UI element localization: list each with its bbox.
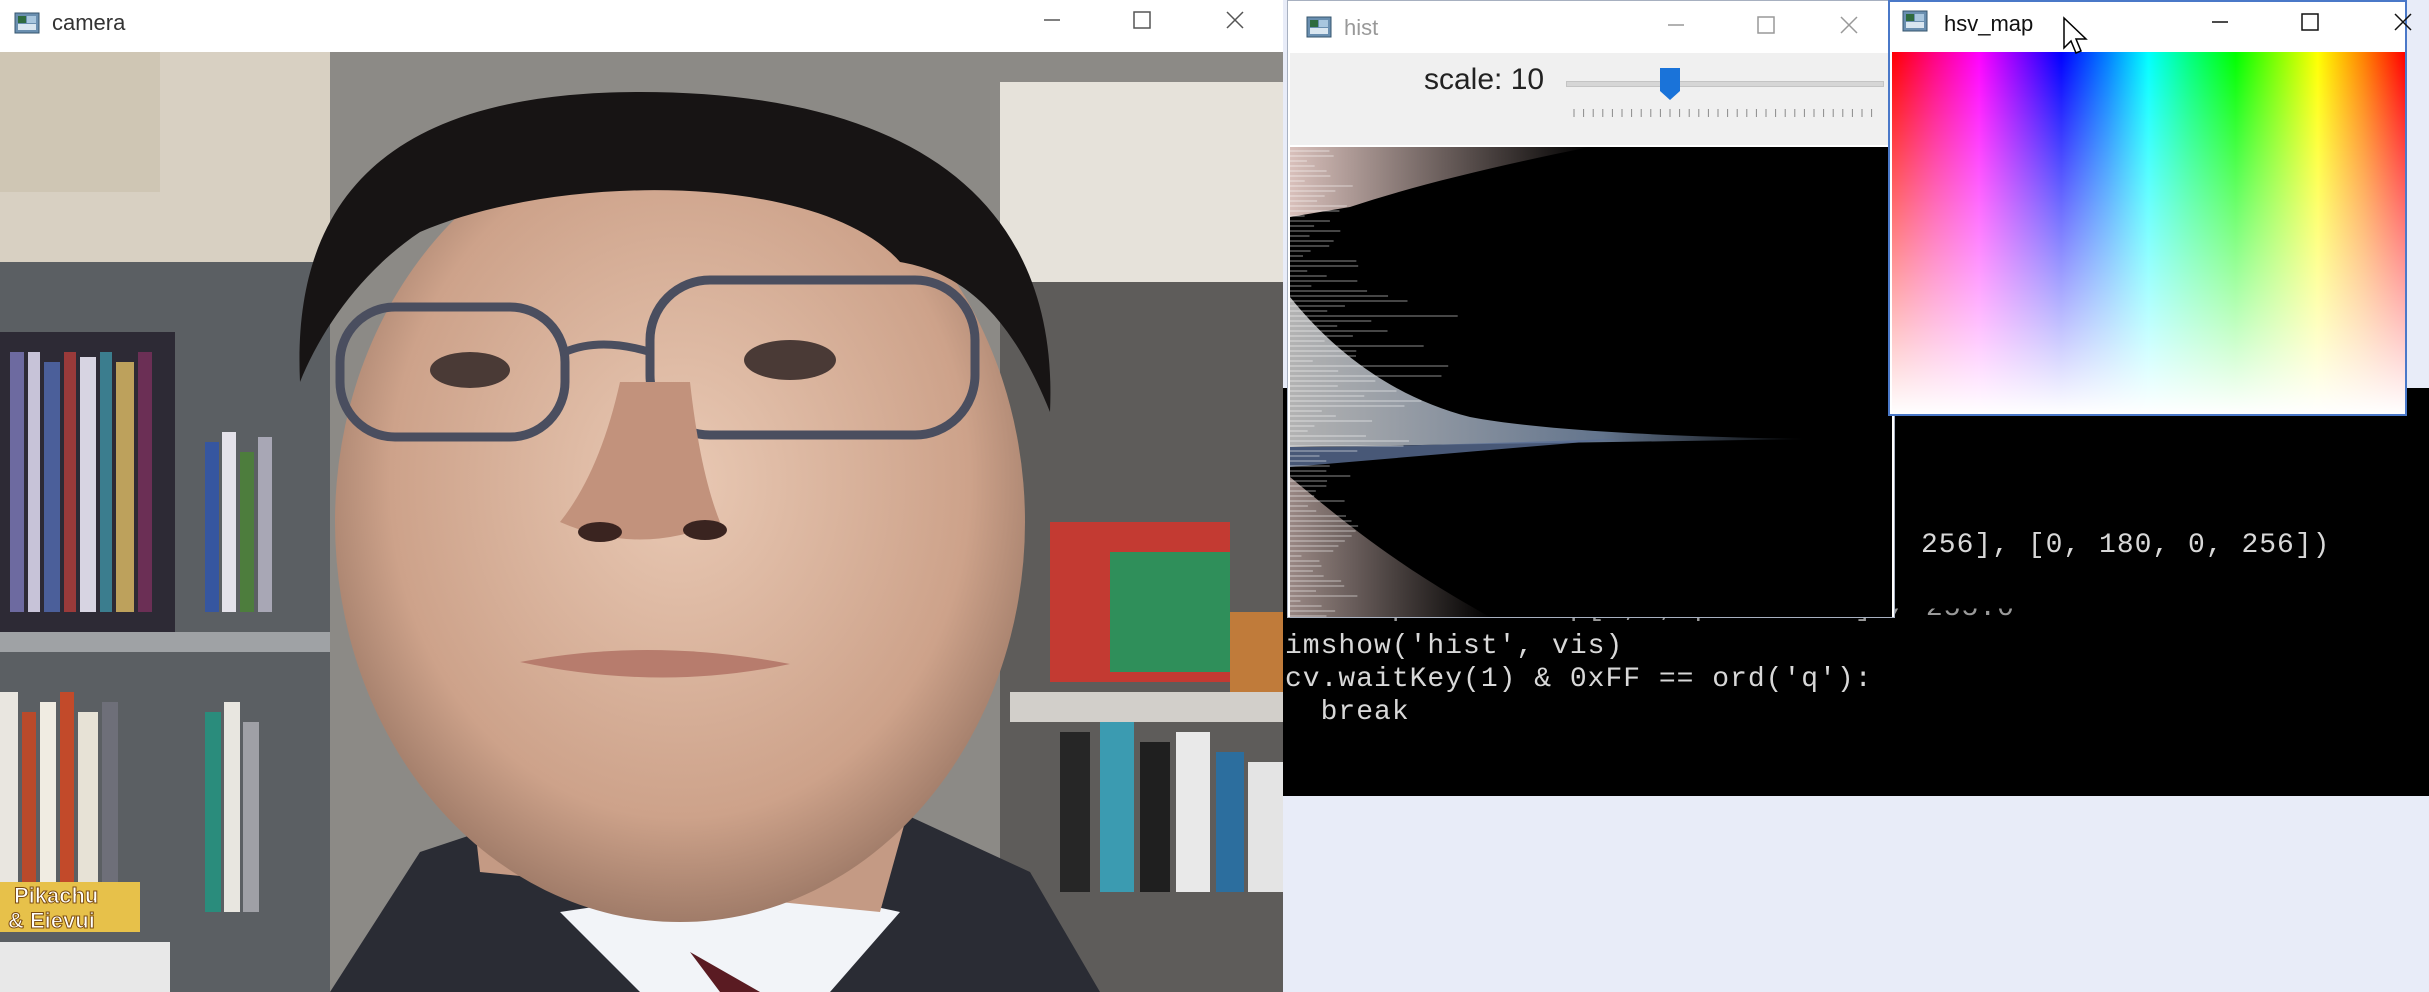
maximize-button[interactable] xyxy=(1097,0,1187,40)
maximize-icon xyxy=(1757,16,1775,34)
maximize-icon xyxy=(1133,11,1151,29)
close-icon xyxy=(1226,11,1244,29)
opencv-window-icon xyxy=(1306,16,1332,38)
minimize-icon xyxy=(1044,19,1060,21)
trackbar-label: scale: 10 xyxy=(1424,63,1545,96)
maximize-button[interactable] xyxy=(1721,5,1811,45)
hsv-map-titlebar[interactable]: hsv_map xyxy=(1890,2,2412,50)
maximize-icon xyxy=(2301,13,2319,31)
histogram-plot xyxy=(1290,147,1892,617)
camera-feed-illustration: Pikachu & Eievui xyxy=(0,52,1283,992)
shelf-label-eievui: & Eievui xyxy=(8,908,95,933)
camera-window-title: camera xyxy=(52,10,126,35)
close-button[interactable] xyxy=(1804,5,1894,45)
opencv-window-icon xyxy=(1902,10,1928,32)
minimize-icon xyxy=(1668,24,1684,26)
close-icon xyxy=(1840,16,1858,34)
hsv-map-window-title: hsv_map xyxy=(1944,11,2034,36)
console-line-5: break xyxy=(1285,697,1410,728)
camera-window[interactable]: camera Pikachu & Eievui xyxy=(0,0,1283,992)
camera-feed-image: Pikachu & Eievui xyxy=(0,52,1283,992)
close-icon xyxy=(2394,13,2412,31)
maximize-button[interactable] xyxy=(2265,2,2355,42)
console-line-1: 256], [0, 180, 0, 256]) xyxy=(1921,530,2331,561)
close-button[interactable] xyxy=(1190,0,1280,40)
scale-trackbar[interactable]: scale: 10 xyxy=(1290,53,1892,145)
hsv-map-window[interactable]: hsv_map xyxy=(1888,0,2412,416)
minimize-button[interactable] xyxy=(2175,2,2265,42)
close-button[interactable] xyxy=(2358,2,2429,42)
console-line-4: cv.waitKey(1) & 0xFF == ord('q'): xyxy=(1285,664,1873,695)
camera-titlebar[interactable]: camera xyxy=(0,0,1283,48)
hist-window-title: hist xyxy=(1344,15,1379,40)
hist-window[interactable]: hist scale: 10 xyxy=(1287,0,1895,618)
histogram-image xyxy=(1290,147,1892,617)
opencv-window-icon xyxy=(14,12,40,34)
shelf-label-pikachu: Pikachu xyxy=(14,883,98,908)
trackbar-ticks xyxy=(1573,109,1873,117)
trackbar-thumb[interactable] xyxy=(1659,67,1681,101)
minimize-button[interactable] xyxy=(1007,0,1097,40)
hist-titlebar[interactable]: hist xyxy=(1288,1,1894,49)
mouse-cursor-icon xyxy=(2063,16,2088,54)
hsv-map-image xyxy=(1892,52,2405,414)
console-line-3: imshow('hist', vis) xyxy=(1285,631,1624,662)
minimize-button[interactable] xyxy=(1631,5,1721,45)
minimize-icon xyxy=(2212,21,2228,23)
trackbar-track[interactable] xyxy=(1566,81,1884,87)
